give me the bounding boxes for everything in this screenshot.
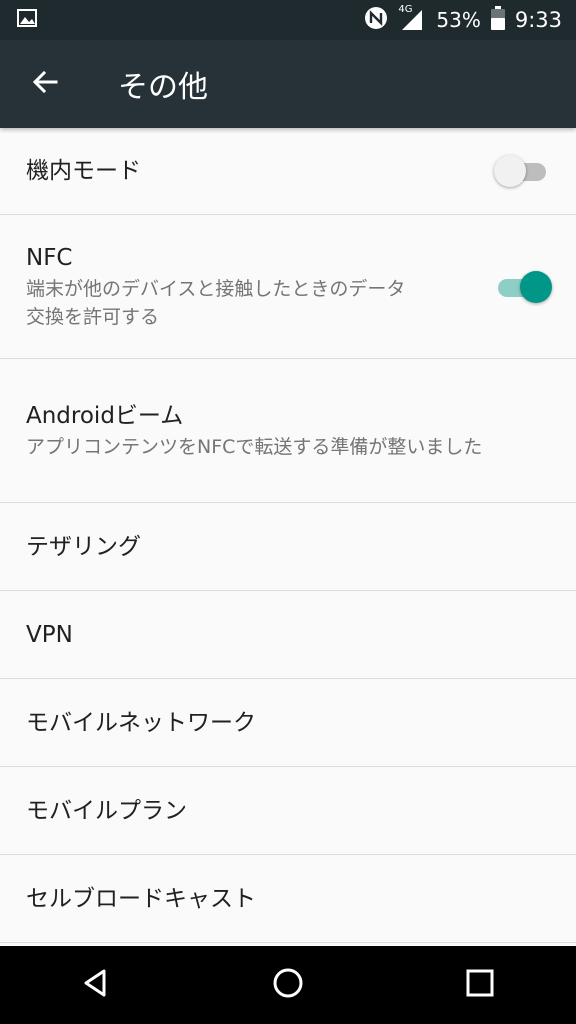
setting-title: モバイルプラン <box>26 797 187 824</box>
setting-nfc[interactable]: NFC 端末が他のデバイスと接触したときのデータ交換を許可する <box>0 215 576 359</box>
battery-icon <box>490 5 505 35</box>
setting-summary: 端末が他のデバイスと接触したときのデータ交換を許可する <box>26 277 406 328</box>
arrow-back-icon <box>30 67 60 101</box>
back-button[interactable] <box>0 40 90 128</box>
setting-vpn[interactable]: VPN <box>0 591 576 679</box>
home-circle-icon <box>271 966 305 1004</box>
settings-list: 機内モード NFC 端末が他のデバイスと接触したときのデータ交換を許可する An… <box>0 128 576 943</box>
airplane-mode-toggle[interactable] <box>494 153 550 189</box>
setting-title: テザリング <box>26 533 141 560</box>
page-title: その他 <box>118 70 208 105</box>
gallery-icon <box>16 7 38 33</box>
nav-back-button[interactable] <box>56 946 136 1024</box>
setting-tethering[interactable]: テザリング <box>0 503 576 591</box>
nfc-icon <box>364 6 388 35</box>
setting-airplane-mode[interactable]: 機内モード <box>0 128 576 215</box>
signal-icon: 4G <box>398 4 426 32</box>
setting-title: 機内モード <box>26 158 141 184</box>
app-bar: その他 <box>0 40 576 128</box>
navigation-bar <box>0 946 576 1024</box>
nav-recents-button[interactable] <box>440 946 520 1024</box>
setting-android-beam[interactable]: Androidビーム アプリコンテンツをNFCで転送する準備が整いました <box>0 359 576 503</box>
setting-mobile-plan[interactable]: モバイルプラン <box>0 767 576 855</box>
setting-title: モバイルネットワーク <box>26 709 256 736</box>
setting-mobile-network[interactable]: モバイルネットワーク <box>0 679 576 767</box>
recents-square-icon <box>465 968 495 1002</box>
setting-summary: アプリコンテンツをNFCで転送する準備が整いました <box>26 435 483 458</box>
battery-percent: 53% <box>436 8 481 32</box>
setting-title: Androidビーム <box>26 402 184 429</box>
setting-title: VPN <box>26 621 73 648</box>
back-triangle-icon <box>80 967 112 1003</box>
nfc-toggle[interactable] <box>494 269 552 305</box>
status-bar: 4G 53% 9:33 <box>0 0 576 40</box>
setting-title: セルブロードキャスト <box>26 885 256 912</box>
clock: 9:33 <box>514 8 562 32</box>
setting-cell-broadcast[interactable]: セルブロードキャスト <box>0 855 576 943</box>
setting-title: NFC <box>26 244 73 271</box>
nav-home-button[interactable] <box>248 946 328 1024</box>
